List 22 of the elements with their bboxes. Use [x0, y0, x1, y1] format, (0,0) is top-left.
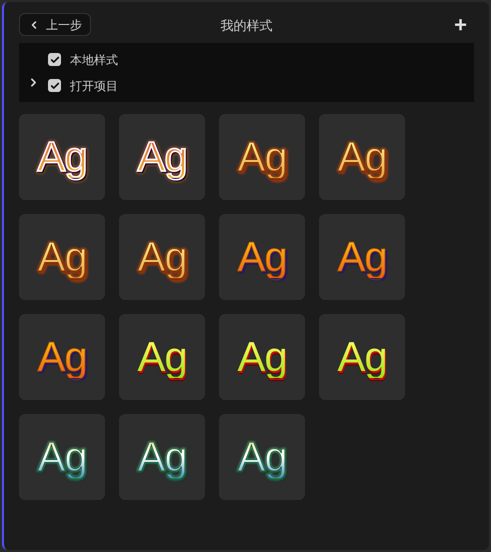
style-tile[interactable]: Ag [319, 314, 405, 400]
style-tile[interactable]: Ag [19, 314, 105, 400]
style-tile[interactable]: Ag [219, 314, 305, 400]
window-title: 我的样式 [220, 17, 272, 35]
style-tile[interactable]: Ag [219, 214, 305, 300]
style-tile[interactable]: Ag [319, 114, 405, 200]
add-button[interactable]: + [454, 14, 467, 36]
checkbox[interactable] [48, 53, 61, 66]
checkbox-label: 本地样式 [70, 52, 118, 68]
style-tile[interactable]: Ag [219, 414, 305, 500]
checkbox[interactable] [48, 79, 61, 92]
style-tile[interactable]: Ag [219, 114, 305, 200]
style-tile[interactable]: Ag [119, 314, 205, 400]
style-tile[interactable]: Ag [119, 414, 205, 500]
style-tile[interactable]: Ag [19, 214, 105, 300]
style-tile[interactable]: Ag [319, 214, 405, 300]
style-tile[interactable]: Ag [119, 214, 205, 300]
style-tile[interactable]: Ag [19, 114, 105, 200]
back-button[interactable]: 上一步 [19, 13, 91, 36]
style-tile[interactable]: Ag [119, 114, 205, 200]
checkbox-label: 打开项目 [70, 78, 118, 94]
style-tile[interactable]: Ag [19, 414, 105, 500]
